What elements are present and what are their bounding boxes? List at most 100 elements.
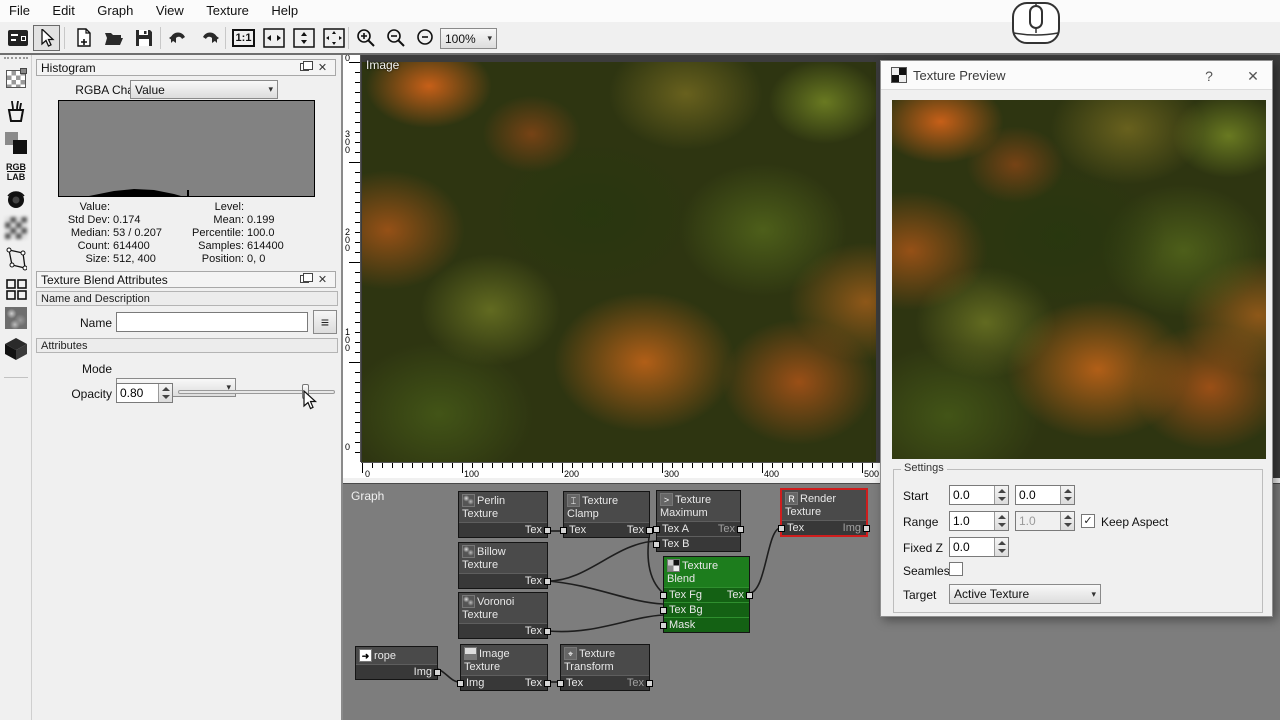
node-texture-clamp[interactable]: ⌶Texture Clamp TexTex (563, 491, 650, 538)
range-x-value[interactable] (950, 512, 994, 530)
range-x-spinbox[interactable] (949, 511, 1009, 531)
output-port[interactable] (434, 669, 441, 676)
image-canvas[interactable] (362, 62, 876, 462)
input-port[interactable] (660, 607, 667, 614)
help-button[interactable]: ? (1198, 65, 1220, 87)
output-port[interactable] (646, 527, 653, 534)
port-label: Img (466, 676, 484, 690)
redo-button[interactable] (195, 25, 222, 51)
opacity-value[interactable] (117, 384, 158, 402)
output-port[interactable] (544, 578, 551, 585)
node-billow-texture[interactable]: Billow Texture Tex (458, 542, 548, 589)
node-texture-transform[interactable]: ⌖Texture Transform TexTex (560, 644, 650, 691)
colorspace-tool-button[interactable]: RGBLAB (4, 160, 28, 184)
fit-height-button[interactable] (290, 25, 317, 51)
close-icon[interactable]: ✕ (316, 274, 329, 287)
input-port[interactable] (560, 527, 567, 534)
zoom-out-button[interactable] (382, 25, 409, 51)
start-y-spinbox[interactable] (1015, 485, 1075, 505)
histogram-stat-row: Value: (38, 201, 113, 214)
output-port[interactable] (737, 526, 744, 533)
paint-tool-button[interactable] (4, 99, 28, 123)
open-folder-icon (104, 29, 124, 47)
section-name-description[interactable]: Name and Description (36, 291, 338, 306)
fit-width-button[interactable] (260, 25, 287, 51)
output-port[interactable] (544, 628, 551, 635)
close-icon[interactable]: ✕ (1242, 65, 1264, 87)
rgba-channel-combo[interactable]: Value ▾ (130, 80, 278, 99)
input-port[interactable] (457, 680, 464, 687)
zoom-level-combo[interactable]: 100% ▾ (440, 28, 497, 49)
output-port[interactable] (863, 525, 870, 532)
menu-edit[interactable]: Edit (43, 0, 83, 21)
perlin-node-icon (462, 494, 475, 507)
cube-tool-button[interactable] (4, 337, 28, 361)
warp-tool-button[interactable] (4, 247, 28, 271)
new-file-button[interactable] (70, 25, 97, 51)
name-input[interactable] (116, 312, 308, 332)
float-panel-icon[interactable] (300, 275, 309, 283)
fit-all-button[interactable] (320, 25, 347, 51)
actual-size-button[interactable]: 1:1 (230, 25, 257, 51)
save-button[interactable] (130, 25, 157, 51)
zoom-in-button[interactable] (352, 25, 379, 51)
menu-graph[interactable]: Graph (88, 0, 142, 21)
node-texture-maximum[interactable]: >Texture Maximum Tex ATex Tex B (656, 490, 741, 552)
start-x-value[interactable] (950, 486, 994, 504)
input-port[interactable] (660, 592, 667, 599)
select-tool-button[interactable] (33, 25, 60, 51)
input-port[interactable] (660, 622, 667, 629)
name-options-button[interactable]: ≡ (313, 310, 337, 334)
blur-tool-button[interactable] (4, 216, 28, 240)
fixed-z-value[interactable] (950, 538, 994, 556)
preview-canvas[interactable] (892, 100, 1266, 459)
input-port[interactable] (653, 526, 660, 533)
undo-button[interactable] (165, 25, 192, 51)
node-texture-blend[interactable]: Texture Blend Tex FgTex Tex Bg Mask (663, 556, 750, 633)
target-combo[interactable]: Active Texture ▾ (949, 584, 1101, 604)
node-rope[interactable]: ➜rope Img (355, 646, 438, 680)
histogram-stat-row: Count:614400 (38, 240, 150, 253)
node-perlin-texture[interactable]: Perlin Texture Tex (458, 491, 548, 538)
texture-swatch-tool-button[interactable] (4, 67, 28, 91)
levels-tool-button[interactable] (4, 131, 28, 155)
output-port[interactable] (746, 592, 753, 599)
histogram-panel-titlebar[interactable]: Histogram ✕ (36, 59, 336, 76)
section-attributes[interactable]: Attributes (36, 338, 338, 353)
output-port[interactable] (646, 680, 653, 687)
open-file-button[interactable] (100, 25, 127, 51)
menu-texture[interactable]: Texture (197, 0, 258, 21)
color-adjust-tool-button[interactable] (4, 187, 28, 211)
node-editor-tool-button[interactable] (4, 25, 31, 51)
port-label: Tex (718, 522, 735, 536)
noise-tool-button[interactable] (4, 306, 28, 330)
output-port[interactable] (544, 680, 551, 687)
node-voronoi-texture[interactable]: Voronoi Texture Tex (458, 592, 548, 639)
menu-file[interactable]: File (0, 0, 39, 21)
zoom-fit-button[interactable] (412, 25, 439, 51)
menu-view[interactable]: View (147, 0, 193, 21)
preview-window-titlebar[interactable]: Texture Preview ? ✕ (881, 61, 1272, 90)
node-image-texture[interactable]: Image Texture ImgTex (460, 644, 548, 691)
port-label: Tex (569, 523, 586, 537)
keep-aspect-checkbox[interactable]: ✓ (1081, 514, 1095, 528)
fixed-z-spinbox[interactable] (949, 537, 1009, 557)
attributes-panel-titlebar[interactable]: Texture Blend Attributes ✕ (36, 271, 336, 288)
input-port[interactable] (778, 525, 785, 532)
input-port[interactable] (557, 680, 564, 687)
tile-tool-button[interactable] (4, 277, 28, 301)
node-render-texture[interactable]: RRender Texture TexImg (780, 488, 868, 537)
histogram-stat-row: Std Dev:0.174 (38, 214, 141, 227)
float-panel-icon[interactable] (300, 63, 309, 71)
close-icon[interactable]: ✕ (316, 62, 329, 75)
spin-buttons[interactable] (158, 384, 172, 402)
stat-label: Value: (38, 201, 110, 213)
output-port[interactable] (544, 527, 551, 534)
start-x-spinbox[interactable] (949, 485, 1009, 505)
menu-help[interactable]: Help (262, 0, 307, 21)
input-port[interactable] (653, 541, 660, 548)
start-y-value[interactable] (1016, 486, 1060, 504)
seamless-checkbox[interactable] (949, 562, 963, 576)
opacity-spinbox[interactable] (116, 383, 173, 403)
toolbox-grip[interactable] (4, 57, 28, 61)
